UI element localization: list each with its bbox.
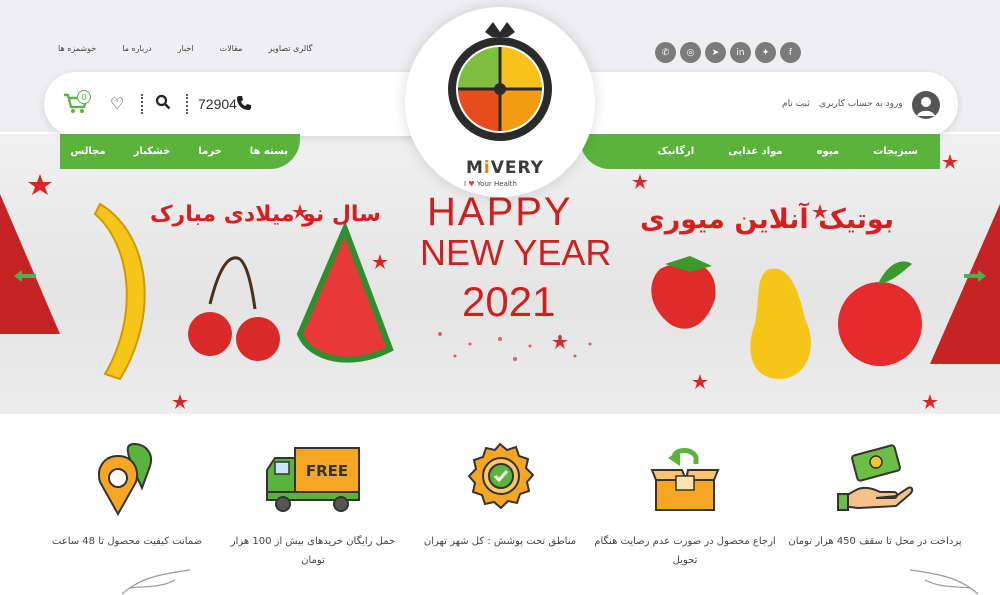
top-link-articles[interactable]: مقالات [220,44,243,53]
feature-free-shipping-text: حمل رایگان خریدهای بیش از 100 هزار تومان [230,536,396,566]
location-pin-icon [98,442,152,517]
banner-new-year: NEW YEAR [420,232,612,273]
badge-check-icon [467,442,535,510]
tree-left [0,194,60,334]
decorative-sketch-right [909,569,979,595]
linkedin-icon[interactable]: in [730,42,751,63]
main-nav-right: سبزیجات میوه مواد غذایی ارگانیک [580,134,940,169]
feature-return-text: ارجاع محصول در صورت عدم رضایت هنگام تحوی… [594,536,776,566]
feature-quality-text: ضمانت کیفیت محصول تا 48 ساعت [51,536,203,547]
top-link-gallery[interactable]: گالری تصاویر [268,44,312,53]
signup-link[interactable]: ثبت نام [782,99,810,109]
cherry-right [236,317,280,361]
banner-title-newyear: سال نو میلادی مبارک [150,202,381,227]
nav-dates[interactable]: خرما [198,146,221,157]
feature-free-shipping: FREE حمل رایگان خریدهای بیش از 100 هزار … [218,440,408,570]
pear [750,268,811,379]
nav-dried-fruits[interactable]: خشکبار [134,146,171,157]
slider-prev-arrow-icon[interactable] [12,268,38,284]
feature-coverage: مناطق تحت پوشش : کل شهر تهران [405,440,595,551]
nav-vegetables[interactable]: سبزیجات [873,146,918,157]
decorative-sketch-left [121,569,191,595]
slider-next-arrow-icon[interactable] [962,268,988,284]
feature-cod-payment: پرداخت در محل تا سقف 450 هزار تومان [780,440,970,551]
return-box-icon [650,448,720,511]
main-nav-left: بسته ها خرما خشکبار مجالس [60,134,300,169]
twitter-icon[interactable]: ✦ [755,42,776,63]
top-link-about[interactable]: درباره ما [122,44,151,53]
phone-icon [237,96,251,110]
nav-fruits[interactable]: میوه [817,146,839,157]
banana [93,202,146,381]
banner-title-boutique: بوتیک آنلاین میوری [640,204,894,235]
divider [141,94,143,114]
whatsapp-icon[interactable]: ✆ [655,42,676,63]
facebook-icon[interactable]: f [780,42,801,63]
logo-tagline: I ♥ Your Health [464,180,517,188]
feature-quality-guarantee: ضمانت کیفیت محصول تا 48 ساعت [32,440,222,551]
cherry-left [188,312,232,356]
nav-groceries[interactable]: مواد غذایی [728,146,782,157]
nav-packages[interactable]: بسته ها [250,146,288,157]
phone-number[interactable]: 72904 [198,96,237,112]
social-links: ✆ ◎ ➤ in ✦ f [655,42,801,63]
watermelon [296,220,394,363]
strawberry [651,262,716,329]
nav-organic[interactable]: ارگانیک [657,146,694,157]
search-icon[interactable] [155,94,171,110]
instagram-icon[interactable]: ◎ [680,42,701,63]
top-link-yummy[interactable]: خوشمزه ها [58,44,96,53]
nav-events[interactable]: مجالس [71,146,106,157]
tree-right [930,204,1000,364]
heart-icon: ♥ [468,180,475,188]
banner-year: 2021 [462,278,556,325]
user-avatar-icon[interactable] [912,91,940,119]
feature-return: ارجاع محصول در صورت عدم رضایت هنگام تحوی… [590,440,780,570]
cart-count-badge: 0 [77,90,91,104]
top-links: گالری تصاویر مقالات اخبار درباره ما خوشم… [58,44,312,53]
telegram-icon[interactable]: ➤ [705,42,726,63]
feature-cod-text: پرداخت در محل تا سقف 450 هزار تومان [788,536,962,547]
payment-hand-icon [837,444,914,511]
feature-coverage-text: مناطق تحت پوشش : کل شهر تهران [423,536,577,547]
top-link-news[interactable]: اخبار [178,44,194,53]
login-link[interactable]: ورود به حساب کاربری [819,99,903,109]
free-truck-icon: FREE [266,447,360,512]
divider [186,94,188,114]
free-label: FREE [306,462,348,480]
wishlist-heart-icon[interactable]: ♡ [110,94,124,113]
apple [838,282,922,366]
logo-wordmark: MiVERY [466,158,544,178]
